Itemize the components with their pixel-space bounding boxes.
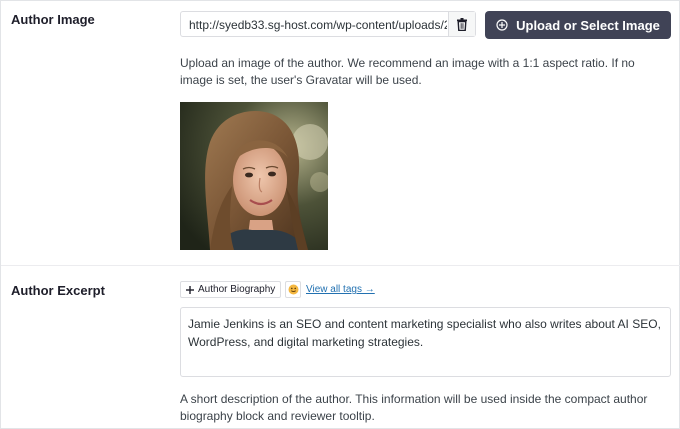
- image-url-field[interactable]: http://syedb33.sg-host.com/wp-content/up…: [180, 11, 476, 37]
- author-biography-tag-button[interactable]: Author Biography: [180, 281, 282, 298]
- author-image-label: Author Image: [11, 12, 95, 27]
- upload-select-image-button[interactable]: Upload or Select Image: [485, 11, 671, 39]
- section-divider: [1, 265, 680, 266]
- tag-button-label: Author Biography: [198, 284, 276, 295]
- author-photo: [180, 102, 328, 250]
- author-excerpt-textarea[interactable]: Jamie Jenkins is an SEO and content mark…: [180, 307, 671, 377]
- author-excerpt-help: A short description of the author. This …: [180, 392, 648, 423]
- view-all-tags-link[interactable]: View all tags →: [306, 284, 375, 295]
- plus-icon: [186, 285, 194, 294]
- remove-image-button[interactable]: [448, 12, 475, 36]
- image-url-value[interactable]: http://syedb33.sg-host.com/wp-content/up…: [189, 18, 447, 32]
- emoji-icon: [288, 284, 298, 295]
- upload-button-label: Upload or Select Image: [516, 17, 660, 33]
- author-excerpt-label: Author Excerpt: [11, 283, 105, 298]
- author-image-help: Upload an image of the author. We recomm…: [180, 56, 635, 87]
- plus-circle-icon: [496, 19, 508, 31]
- trash-icon: [457, 17, 467, 31]
- emoji-picker-button[interactable]: [285, 281, 301, 298]
